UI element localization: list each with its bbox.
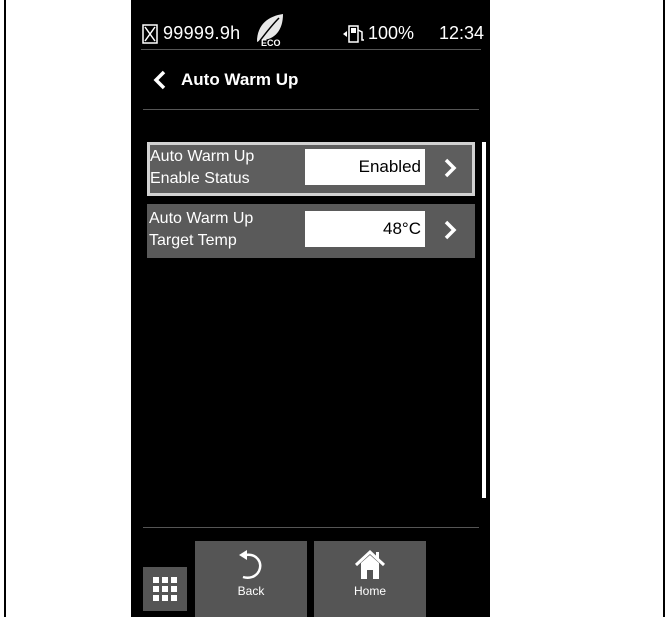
fuel-pump-icon bbox=[343, 25, 364, 43]
setting-label: Auto Warm Up Enable Status bbox=[150, 148, 255, 187]
home-icon bbox=[354, 549, 386, 579]
grid-menu-icon bbox=[153, 577, 177, 601]
home-button[interactable]: Home bbox=[314, 541, 426, 617]
engine-hours: 99999.9h bbox=[163, 23, 241, 43]
back-chevron-icon[interactable] bbox=[153, 70, 167, 90]
clock: 12:34 bbox=[439, 23, 485, 43]
chevron-right-icon bbox=[444, 158, 457, 178]
back-button[interactable]: Back bbox=[195, 541, 307, 617]
page-title: Auto Warm Up bbox=[181, 70, 299, 89]
page-header: Auto Warm Up bbox=[131, 58, 490, 102]
back-label: Back bbox=[237, 584, 265, 598]
eco-label: ECO bbox=[261, 38, 281, 48]
page-frame-left bbox=[4, 0, 6, 617]
undo-arrow-icon bbox=[239, 550, 262, 579]
home-label: Home bbox=[353, 584, 386, 598]
menu-grid-button[interactable] bbox=[143, 567, 187, 611]
status-divider bbox=[141, 49, 481, 50]
header-divider bbox=[143, 109, 479, 110]
setting-row-enable-status[interactable]: Auto Warm Up Enable Status Enabled bbox=[147, 142, 475, 196]
setting-value: Enabled bbox=[305, 149, 425, 185]
device-screen: 99999.9h ECO 100% 12:34 Auto Warm Up Aut… bbox=[131, 0, 490, 617]
chevron-right-icon bbox=[444, 220, 457, 240]
footer-divider bbox=[143, 527, 479, 528]
scrollbar[interactable] bbox=[482, 142, 486, 498]
setting-label: Auto Warm Up Target Temp bbox=[149, 210, 254, 249]
status-bar: 99999.9h ECO 100% 12:34 bbox=[131, 0, 490, 50]
setting-row-target-temp[interactable]: Auto Warm Up Target Temp 48°C bbox=[147, 204, 475, 258]
hourglass-icon bbox=[142, 24, 158, 44]
setting-value: 48°C bbox=[305, 211, 425, 247]
page-frame-right bbox=[663, 0, 665, 617]
fuel-level: 100% bbox=[368, 23, 415, 43]
